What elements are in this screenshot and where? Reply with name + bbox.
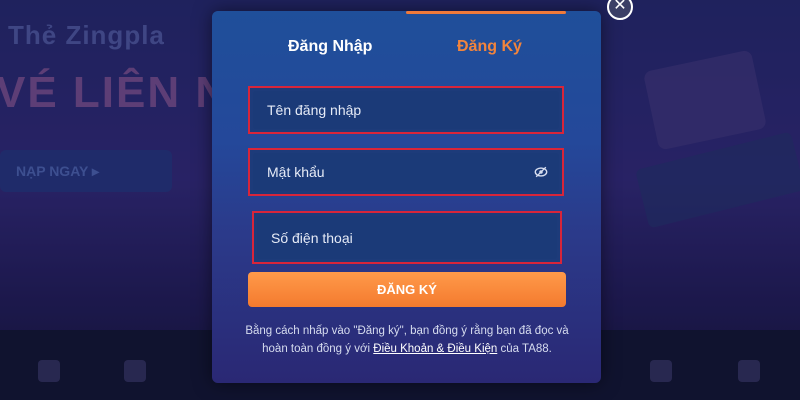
register-modal: Đăng Nhập Đăng Ký ĐĂNG KÝ Bằng cách nhấp…: [212, 11, 601, 383]
terms-link[interactable]: Điều Khoản & Điều Kiện: [373, 343, 497, 355]
phone-input[interactable]: [254, 213, 560, 262]
terms-suffix: của TA88.: [497, 343, 552, 355]
tab-login[interactable]: Đăng Nhập: [288, 38, 372, 56]
eye-off-icon[interactable]: [534, 165, 548, 179]
active-tab-indicator: [406, 11, 566, 14]
username-input[interactable]: [250, 88, 562, 132]
password-field[interactable]: [248, 148, 564, 196]
username-field[interactable]: [248, 86, 564, 134]
terms-notice: Bằng cách nhấp vào "Đăng ký", bạn đồng ý…: [232, 322, 582, 358]
tab-register[interactable]: Đăng Ký: [457, 38, 522, 56]
phone-field[interactable]: [252, 211, 562, 264]
register-submit-button[interactable]: ĐĂNG KÝ: [248, 272, 566, 307]
password-input[interactable]: [250, 150, 562, 194]
